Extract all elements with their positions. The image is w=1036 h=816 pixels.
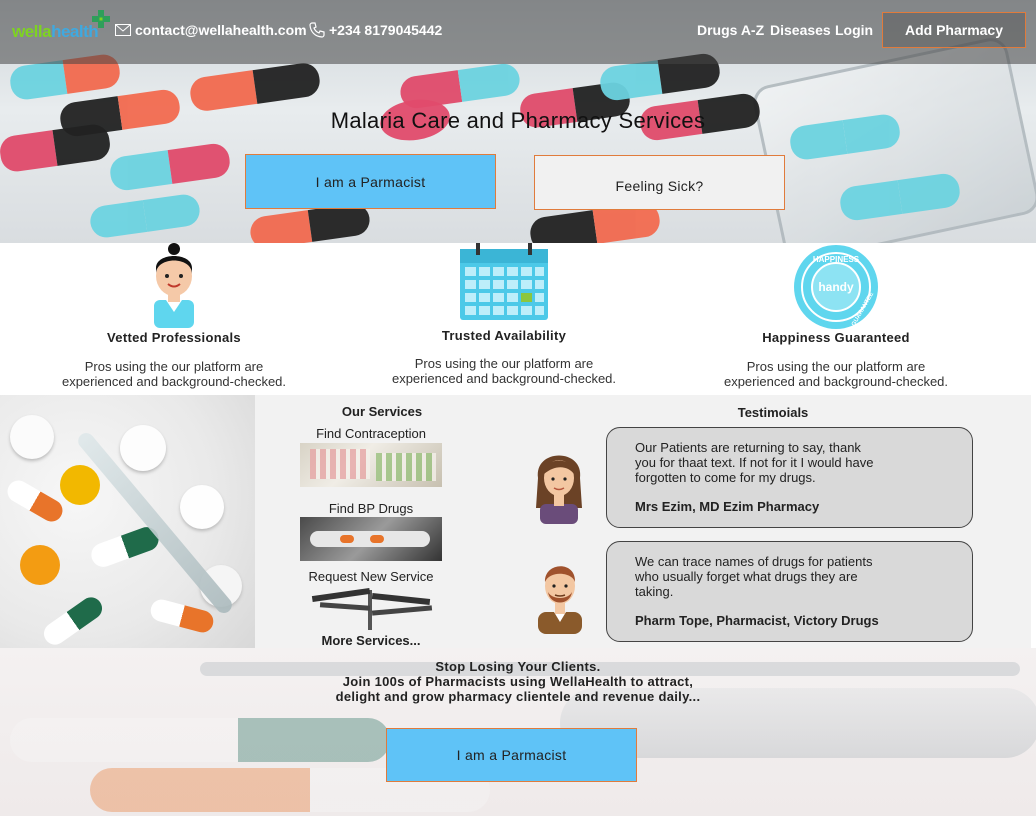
medicine-photo [0, 395, 255, 648]
feature-title: Happiness Guaranteed [762, 330, 910, 345]
testimonial-quote: Our Patients are returning to say, thank… [635, 440, 874, 485]
logo-wordmark: wellahealth [12, 22, 99, 41]
nav-login[interactable]: Login [835, 22, 873, 38]
testimonial-quote: We can trace names of drugs for patients… [635, 554, 873, 599]
pharmacist-button[interactable]: I am a Parmacist [245, 154, 496, 209]
more-services-link[interactable]: More Services... [300, 633, 442, 648]
svg-text:handy: handy [818, 280, 854, 294]
service-contraception-image[interactable] [300, 443, 442, 487]
service-request-new-image[interactable] [300, 586, 442, 630]
cta-pharmacist-button[interactable]: I am a Parmacist [386, 728, 637, 782]
logo-cross-icon [92, 10, 110, 28]
happiness-badge-icon: HAPPINESS handy GUARANTEE [794, 245, 878, 329]
nav-drugs-a-z[interactable]: Drugs A-Z [697, 22, 764, 38]
testimonial-author: Pharm Tope, Pharmacist, Victory Drugs [635, 613, 879, 628]
feature-desc: Pros using the our platform are experienc… [391, 356, 617, 386]
calendar-icon [460, 243, 548, 320]
mail-icon [115, 24, 131, 36]
phone-contact[interactable]: +234 8179045442 [309, 22, 442, 38]
testimonials-title: Testimoials [737, 405, 809, 420]
feeling-sick-button[interactable]: Feeling Sick? [534, 155, 785, 210]
feature-availability: Trusted Availability Pros using the our … [354, 328, 654, 386]
wellahealth-logo[interactable]: wellahealth [12, 8, 110, 42]
email-text: contact@wellahealth.com [135, 22, 307, 38]
service-request-new-label[interactable]: Request New Service [300, 569, 442, 584]
nurse-icon [154, 243, 194, 328]
feature-desc: Pros using the our platform are experienc… [61, 359, 287, 389]
feature-vetted: Vetted Professionals Pros using the our … [24, 330, 324, 389]
email-contact[interactable]: contact@wellahealth.com [115, 22, 307, 38]
cta-text: Stop Losing Your Clients. Join 100s of Ph… [335, 659, 701, 704]
man-avatar-icon [538, 566, 582, 634]
service-contraception-label[interactable]: Find Contraception [300, 426, 442, 441]
feature-title: Trusted Availability [441, 328, 567, 343]
phone-icon [309, 22, 325, 38]
feature-desc: Pros using the our platform are experienc… [723, 359, 949, 389]
nav-diseases[interactable]: Diseases [770, 22, 831, 38]
service-bp-drugs-label[interactable]: Find BP Drugs [300, 501, 442, 516]
services-title: Our Services [341, 404, 423, 419]
service-bp-drugs-image[interactable] [300, 517, 442, 561]
svg-text:HAPPINESS: HAPPINESS [813, 255, 860, 264]
feature-title: Vetted Professionals [107, 330, 241, 345]
add-pharmacy-button[interactable]: Add Pharmacy [882, 12, 1026, 48]
hero-title: Malaria Care and Pharmacy Services [330, 108, 706, 133]
woman-avatar-icon [536, 455, 582, 524]
testimonial-card-2: We can trace names of drugs for patients… [606, 541, 973, 642]
feature-happiness: Happiness Guaranteed Pros using the our … [686, 330, 986, 389]
testimonial-author: Mrs Ezim, MD Ezim Pharmacy [635, 499, 820, 514]
testimonial-card-1: Our Patients are returning to say, thank… [606, 427, 973, 528]
phone-text: +234 8179045442 [329, 22, 443, 38]
